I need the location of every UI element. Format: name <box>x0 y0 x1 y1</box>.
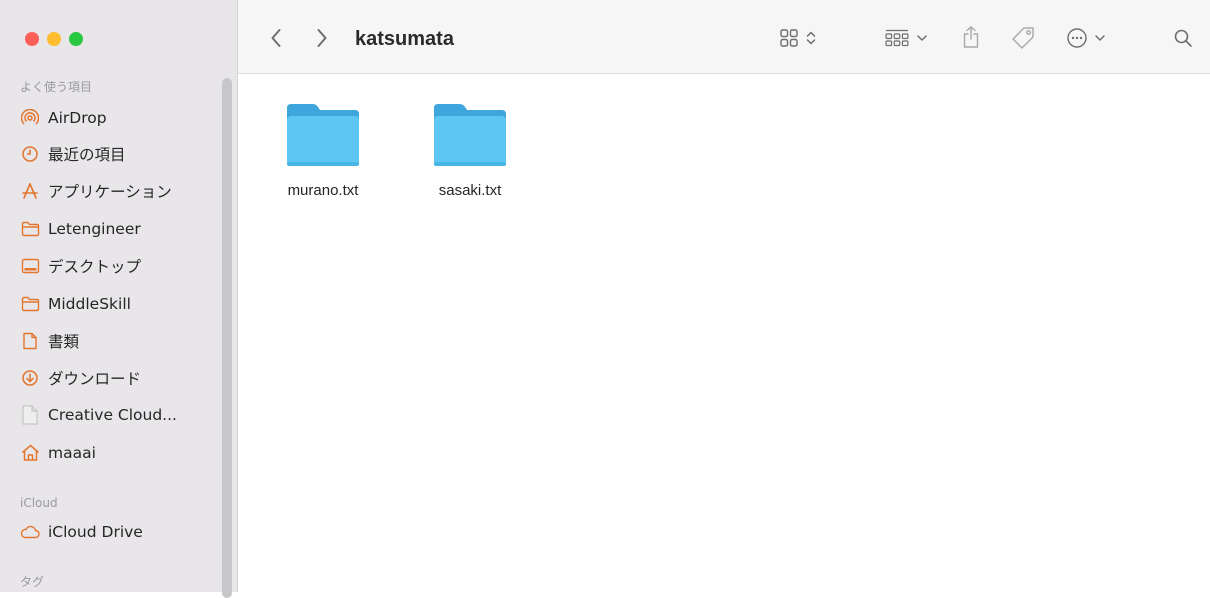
chevron-right-icon <box>317 29 327 47</box>
chevron-down-icon <box>1095 35 1105 41</box>
cloud-icon <box>20 522 40 542</box>
icon-view-icon <box>780 29 798 47</box>
sidebar-item-middleskill[interactable]: MiddleSkill <box>20 290 220 318</box>
window-controls <box>25 32 83 46</box>
group-icon <box>885 29 909 47</box>
toolbar: katsumata <box>238 0 1210 74</box>
file-browser-content[interactable]: murano.txt sasaki.txt <box>238 74 1210 592</box>
tag-icon <box>1012 27 1034 49</box>
forward-button[interactable] <box>310 22 334 54</box>
close-window-button[interactable] <box>25 32 39 46</box>
more-actions-button[interactable] <box>1060 24 1112 52</box>
file-name: murano.txt <box>287 182 359 199</box>
folder-icon <box>20 294 40 314</box>
clock-icon <box>20 144 40 164</box>
download-icon <box>20 368 40 388</box>
search-button[interactable] <box>1169 24 1197 52</box>
document-icon <box>20 331 40 351</box>
home-icon <box>20 443 40 463</box>
file-name: sasaki.txt <box>438 182 502 199</box>
sidebar-item-label: 最近の項目 <box>48 146 126 164</box>
tag-button[interactable] <box>1006 22 1040 54</box>
chevron-down-icon <box>917 35 927 41</box>
view-mode-button[interactable] <box>773 24 823 52</box>
group-button[interactable] <box>880 24 932 52</box>
sidebar-item-creative-cloud[interactable]: Creative Cloud... <box>20 401 220 429</box>
sidebar-item-home[interactable]: maaai <box>20 439 220 467</box>
file-item[interactable]: sasaki.txt <box>415 100 525 199</box>
sidebar-item-label: アプリケーション <box>48 183 172 201</box>
zoom-window-button[interactable] <box>69 32 83 46</box>
ellipsis-circle-icon <box>1067 28 1087 48</box>
sidebar-item-label: デスクトップ <box>48 258 142 276</box>
sidebar-item-recents[interactable]: 最近の項目 <box>20 140 220 168</box>
share-button[interactable] <box>956 22 986 52</box>
sidebar-item-label: Creative Cloud... <box>48 406 177 424</box>
search-icon <box>1174 29 1192 47</box>
sidebar-scrollbar[interactable] <box>222 78 232 598</box>
chevron-left-icon <box>271 29 281 47</box>
sidebar-item-label: AirDrop <box>48 109 107 127</box>
sidebar-item-label: ダウンロード <box>48 370 142 388</box>
sidebar-item-icloud-drive[interactable]: iCloud Drive <box>20 518 220 546</box>
sidebar: よく使う項目 AirDrop 最近の項目 アプリケーション Letenginee… <box>0 0 238 598</box>
sidebar-item-label: 書類 <box>48 333 80 351</box>
section-label-favorites: よく使う項目 <box>20 80 93 94</box>
applications-icon <box>20 181 40 201</box>
sidebar-item-downloads[interactable]: ダウンロード <box>20 364 220 392</box>
folder-icon <box>20 219 40 239</box>
sidebar-item-documents[interactable]: 書類 <box>20 327 220 355</box>
sidebar-item-letengineer[interactable]: Letengineer <box>20 215 220 243</box>
desktop-icon <box>20 256 40 276</box>
folder-icon <box>434 104 506 166</box>
window-title: katsumata <box>355 28 454 50</box>
sidebar-item-label: maaai <box>48 444 96 462</box>
share-icon <box>963 26 979 48</box>
folder-icon <box>287 104 359 166</box>
sidebar-item-applications[interactable]: アプリケーション <box>20 177 220 205</box>
airdrop-icon <box>20 108 40 128</box>
minimize-window-button[interactable] <box>47 32 61 46</box>
file-item[interactable]: murano.txt <box>268 100 378 199</box>
sidebar-item-label: Letengineer <box>48 220 141 238</box>
section-label-tags: タグ <box>20 575 45 589</box>
sidebar-item-airdrop[interactable]: AirDrop <box>20 104 220 132</box>
up-down-chevron-icon <box>806 31 816 45</box>
sidebar-item-label: MiddleSkill <box>48 295 131 313</box>
back-button[interactable] <box>264 22 288 54</box>
sidebar-item-label: iCloud Drive <box>48 523 143 541</box>
sidebar-item-desktop[interactable]: デスクトップ <box>20 252 220 280</box>
file-icon <box>20 405 40 425</box>
section-label-icloud: iCloud <box>20 496 58 510</box>
